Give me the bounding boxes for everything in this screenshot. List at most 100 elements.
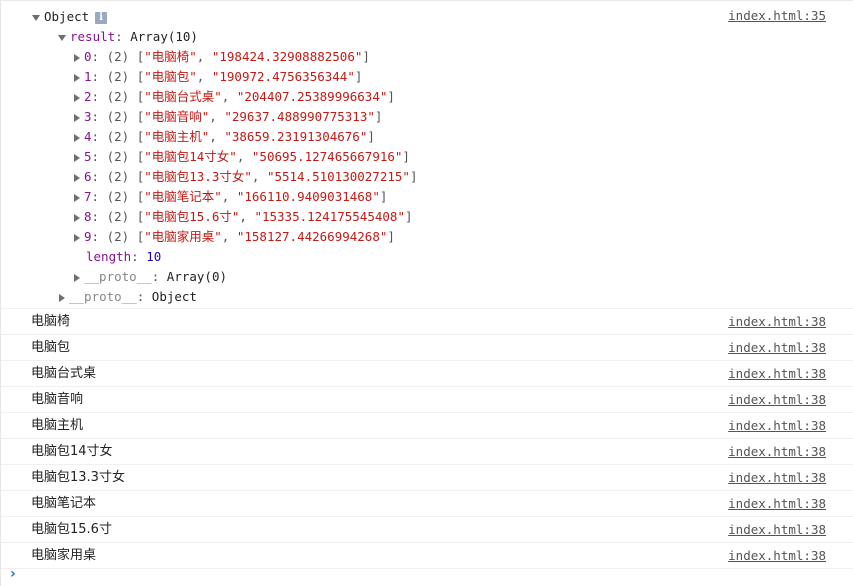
source-link[interactable]: index.html:38 <box>728 517 826 542</box>
source-link[interactable]: index.html:38 <box>728 413 826 438</box>
expand-triangle-icon[interactable] <box>58 34 66 41</box>
item-index: 9 <box>84 229 92 244</box>
source-link[interactable]: index.html:38 <box>728 335 826 360</box>
item-name: "电脑包" <box>144 69 197 84</box>
item-value: "158127.44266994268" <box>236 229 388 244</box>
close-bracket: ] <box>387 89 395 104</box>
item-value: "166110.9409031468" <box>236 189 380 204</box>
source-link[interactable]: index.html:38 <box>728 387 826 412</box>
collapse-triangle-icon[interactable] <box>74 193 80 202</box>
comma: , <box>236 149 252 164</box>
colon: : <box>91 169 107 184</box>
log-text: 电脑椅 <box>31 314 71 329</box>
collapse-triangle-icon[interactable] <box>74 113 80 122</box>
colon: : <box>115 29 131 44</box>
open-bracket: [ <box>129 49 145 64</box>
source-link[interactable]: index.html:38 <box>728 309 826 334</box>
array-item-row[interactable]: 7: (2) ["电脑笔记本", "166110.9409031468"] <box>74 187 387 207</box>
array-item-row[interactable]: 9: (2) ["电脑家用桌", "158127.44266994268"] <box>74 227 395 247</box>
comma: , <box>221 189 237 204</box>
item-length: (2) <box>106 169 130 184</box>
open-bracket: [ <box>129 109 145 124</box>
collapse-triangle-icon[interactable] <box>74 53 80 62</box>
open-bracket: [ <box>129 69 145 84</box>
comma: , <box>221 89 237 104</box>
collapse-triangle-icon[interactable] <box>74 133 80 142</box>
collapse-triangle-icon[interactable] <box>59 293 65 302</box>
result-row[interactable]: result: Array(10) <box>58 27 198 47</box>
log-message: 电脑笔记本 index.html:38 <box>1 491 853 517</box>
console-prompt-icon[interactable]: › <box>10 566 16 582</box>
comma: , <box>209 109 225 124</box>
colon: : <box>91 129 107 144</box>
log-message: 电脑包13.3寸女 index.html:38 <box>1 465 853 491</box>
collapse-triangle-icon[interactable] <box>74 93 80 102</box>
array-proto-row[interactable]: __proto__: Array(0) <box>74 267 227 287</box>
close-bracket: ] <box>354 69 363 84</box>
comma: , <box>196 49 212 64</box>
open-bracket: [ <box>129 89 145 104</box>
array-item-row[interactable]: 2: (2) ["电脑台式桌", "204407.25389996634"] <box>74 87 395 107</box>
proto-key: __proto__ <box>84 269 152 284</box>
open-bracket: [ <box>129 169 145 184</box>
array-item-row[interactable]: 8: (2) ["电脑包15.6寸", "15335.124175545408"… <box>74 207 413 227</box>
array-item-row[interactable]: 4: (2) ["电脑主机", "38659.23191304676"] <box>74 127 375 147</box>
item-length: (2) <box>106 89 130 104</box>
collapse-triangle-icon[interactable] <box>74 153 80 162</box>
expand-triangle-icon[interactable] <box>32 14 40 21</box>
item-name: "电脑椅" <box>144 49 197 64</box>
log-message: 电脑包14寸女 index.html:38 <box>1 439 853 465</box>
item-index: 6 <box>84 169 92 184</box>
item-length: (2) <box>106 189 130 204</box>
object-root-row[interactable]: Object i <box>32 7 108 27</box>
close-bracket: ] <box>387 229 395 244</box>
item-length: (2) <box>106 229 130 244</box>
log-messages: 电脑椅 index.html:38 电脑包 index.html:38 电脑台式桌 ind… <box>1 309 853 569</box>
log-message: 电脑包15.6寸 index.html:38 <box>1 517 853 543</box>
array-item-row[interactable]: 6: (2) ["电脑包13.3寸女", "5514.510130027215"… <box>74 167 417 187</box>
item-index: 4 <box>84 129 92 144</box>
collapse-triangle-icon[interactable] <box>74 273 80 282</box>
comma: , <box>196 69 212 84</box>
array-item-row[interactable]: 1: (2) ["电脑包", "190972.4756356344"] <box>74 67 362 87</box>
item-name: "电脑包15.6寸" <box>144 209 240 224</box>
log-text: 电脑包14寸女 <box>31 444 113 459</box>
array-item-row[interactable]: 5: (2) ["电脑包14寸女", "50695.127465667916"] <box>74 147 410 167</box>
item-length: (2) <box>106 49 130 64</box>
log-text: 电脑家用桌 <box>31 548 97 563</box>
source-link[interactable]: index.html:38 <box>728 361 826 386</box>
devtools-console: index.html:35 Object i result: Array(10) … <box>0 0 853 586</box>
colon: : <box>91 149 107 164</box>
collapse-triangle-icon[interactable] <box>74 73 80 82</box>
source-link[interactable]: index.html:38 <box>728 543 826 568</box>
log-message: 电脑家用桌 index.html:38 <box>1 543 853 569</box>
colon: : <box>91 209 107 224</box>
log-text: 电脑包15.6寸 <box>31 522 112 537</box>
item-length: (2) <box>106 209 130 224</box>
source-link[interactable]: index.html:35 <box>728 8 826 23</box>
array-item-row[interactable]: 3: (2) ["电脑音响", "29637.488990775313"] <box>74 107 382 127</box>
item-value: "198424.32908882506" <box>211 49 363 64</box>
log-message: 电脑椅 index.html:38 <box>1 309 853 335</box>
object-proto-row[interactable]: __proto__: Object <box>59 287 197 307</box>
log-text: 电脑主机 <box>31 418 84 433</box>
collapse-triangle-icon[interactable] <box>74 233 80 242</box>
item-index: 7 <box>84 189 92 204</box>
colon: : <box>91 69 107 84</box>
open-bracket: [ <box>129 209 145 224</box>
source-link[interactable]: index.html:38 <box>728 439 826 464</box>
item-index: 3 <box>84 109 92 124</box>
source-link[interactable]: index.html:38 <box>728 465 826 490</box>
item-value: "50695.127465667916" <box>251 149 403 164</box>
source-link[interactable]: index.html:38 <box>728 491 826 516</box>
item-index: 8 <box>84 209 92 224</box>
item-name: "电脑笔记本" <box>144 189 222 204</box>
collapse-triangle-icon[interactable] <box>74 213 80 222</box>
length-key: length <box>86 249 132 264</box>
close-bracket: ] <box>367 129 375 144</box>
close-bracket: ] <box>404 209 413 224</box>
collapse-triangle-icon[interactable] <box>74 173 80 182</box>
info-icon[interactable]: i <box>95 11 108 24</box>
object-label: Object <box>44 9 90 24</box>
array-item-row[interactable]: 0: (2) ["电脑椅", "198424.32908882506"] <box>74 47 370 67</box>
